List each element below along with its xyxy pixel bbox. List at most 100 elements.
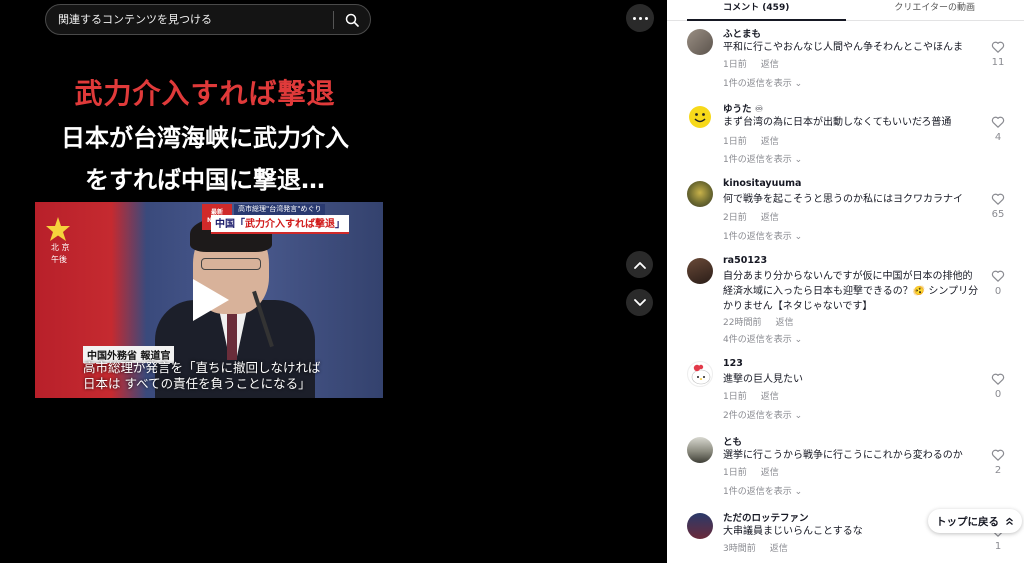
comment-text: 自分あまり分からないんですが仮に中国が日本の排他的経済水域に入ったら日本も迎撃で…: [723, 271, 979, 312]
comment-meta: 22時間前 返信: [723, 315, 793, 328]
view-replies-label: 1件の返信を表示: [723, 232, 792, 242]
comment-text: 選挙に行こうから戦争に行こうにこれから変わるのか: [723, 450, 963, 461]
avatar[interactable]: [687, 181, 713, 207]
view-replies-button[interactable]: 1件の返信を表示 ⌄: [723, 484, 802, 497]
smiley-icon: [689, 106, 711, 128]
previous-video-button[interactable]: [626, 251, 653, 278]
view-replies-label: 4件の返信を表示: [723, 335, 792, 345]
heart-icon[interactable]: [991, 448, 1005, 462]
comments-panel: コメント (459) クリエイターの動画 ふとまも 平和に行こやおんなじ人間やん…: [667, 0, 1024, 563]
comment-meta: 3時間前 返信: [723, 541, 788, 554]
reply-button[interactable]: 返信: [770, 544, 788, 554]
next-video-button[interactable]: [626, 289, 653, 316]
news-caption-big: 中国「武力介入すれば撃退」: [211, 215, 349, 234]
comment-meta: 2日前 返信: [723, 210, 779, 223]
chevron-down-icon: ⌄: [794, 487, 803, 497]
video-player[interactable]: 北 京 午後 最新 NEWS 高市総理"台湾発言"めぐり 中国「武力介入すれば撃…: [35, 202, 383, 398]
comment-time: 1日前: [723, 468, 747, 478]
more-dot-icon: [644, 16, 648, 20]
view-replies-button[interactable]: 2件の返信を表示 ⌄: [723, 408, 802, 421]
reply-button[interactable]: 返信: [761, 392, 779, 402]
video-subtitle: 高市総理が発言を「直ちに撤回しなければ 日本は すべての責任を負うことになる」: [83, 360, 381, 392]
comment-username[interactable]: kinositayuuma: [723, 178, 801, 189]
flag-star-icon: [46, 217, 70, 241]
reply-button[interactable]: 返信: [761, 213, 779, 223]
search-input[interactable]: [46, 5, 333, 34]
reply-button[interactable]: 返信: [761, 468, 779, 478]
comment-text: 何で戦争を起こそうと思うのか私にはヨクワカラナイ: [723, 194, 963, 205]
comment-item: 123 進撃の巨人見たい 1日前 返信 2件の返信を表示 ⌄ 0: [667, 358, 1024, 421]
like-count: 2: [994, 465, 1002, 476]
reply-button[interactable]: 返信: [761, 60, 779, 70]
reply-button[interactable]: 返信: [761, 137, 779, 147]
view-replies-button[interactable]: 4件の返信を表示 ⌄: [723, 332, 802, 345]
location-label: 北 京 午後: [51, 242, 70, 266]
reply-button[interactable]: 返信: [775, 318, 793, 328]
chevron-down-icon: ⌄: [794, 335, 803, 345]
like-count: 65: [991, 209, 1005, 220]
comment-username[interactable]: 123: [723, 358, 743, 369]
avatar[interactable]: [687, 29, 713, 55]
comment-item: とも 選挙に行こうから戦争に行こうにこれから変わるのか 1日前 返信 1件の返信を…: [667, 434, 1024, 497]
avatar[interactable]: [687, 437, 713, 463]
avatar[interactable]: [687, 513, 713, 539]
back-to-top-button[interactable]: トップに戻る: [928, 509, 1022, 533]
heart-icon[interactable]: [991, 269, 1005, 283]
comment-username[interactable]: とも: [723, 434, 742, 448]
comment-time: 1日前: [723, 60, 747, 70]
more-dot-icon: [638, 16, 642, 20]
subtitle-line-2: 日本は すべての責任を負うことになる」: [83, 376, 311, 391]
play-icon[interactable]: [193, 279, 229, 321]
news-big-prefix: 中国「: [215, 219, 245, 230]
like-count: 0: [994, 389, 1002, 400]
search-button[interactable]: [334, 5, 370, 34]
news-big-suffix: 」: [335, 219, 345, 230]
heart-icon[interactable]: [991, 192, 1005, 206]
comment-text: 進撃の巨人見たい: [723, 374, 803, 385]
chevron-down-icon: [633, 298, 646, 306]
location-city: 北 京: [51, 243, 70, 252]
view-replies-button[interactable]: 1件の返信を表示 ⌄: [723, 152, 802, 165]
comment-time: 22時間前: [723, 318, 762, 328]
search-icon: [345, 13, 359, 27]
comment-item: ふとまも 平和に行こやおんなじ人間やん争そわんとこやほんま 1日前 返信 1件の返…: [667, 26, 1024, 89]
like-count: 11: [991, 57, 1005, 68]
tab-comments[interactable]: コメント (459): [667, 0, 846, 21]
avatar[interactable]: [687, 104, 713, 130]
location-time: 午後: [51, 255, 67, 264]
comment-time: 1日前: [723, 137, 747, 147]
news-caption-small: 高市総理"台湾発言"めぐり: [234, 204, 326, 215]
comment-meta: 1日前 返信: [723, 134, 779, 147]
heart-icon[interactable]: [991, 372, 1005, 386]
tab-creator-videos[interactable]: クリエイターの動画: [846, 0, 1024, 20]
headline-red: 武力介入すれば撃退: [74, 77, 336, 110]
double-chevron-up-icon: [1006, 517, 1013, 525]
more-options-button[interactable]: [626, 4, 654, 32]
avatar[interactable]: [687, 258, 713, 284]
headline-line-1: 日本が台湾海峡に武力介入: [61, 124, 349, 152]
view-replies-button[interactable]: 1件の返信を表示 ⌄: [723, 229, 802, 242]
comment-item: ゆうた ♾ まず台湾の為に日本が出動しなくてもいいだろ普通 1日前 返信 1件の返…: [667, 101, 1024, 165]
comment-time: 2日前: [723, 213, 747, 223]
view-replies-button[interactable]: 1件の返信を表示 ⌄: [723, 76, 802, 89]
comment-time: 3時間前: [723, 544, 756, 554]
comment-username[interactable]: ふとまも: [723, 26, 761, 40]
news-big-highlight: 武力介入すれば撃退: [245, 219, 335, 230]
comment-meta: 1日前 返信: [723, 389, 779, 402]
cat-character-icon: [691, 364, 711, 385]
avatar[interactable]: [687, 361, 713, 387]
heart-icon[interactable]: [991, 40, 1005, 54]
like-count: 1: [994, 541, 1002, 552]
panel-tabs: コメント (459) クリエイターの動画: [667, 0, 1024, 21]
headline-line-2: をすれば中国に撃退…: [85, 166, 325, 194]
comment-text: 平和に行こやおんなじ人間やん争そわんとこやほんま: [723, 42, 963, 53]
like-count: 0: [994, 286, 1002, 297]
chevron-down-icon: ⌄: [794, 232, 803, 242]
comment-username[interactable]: ra50123: [723, 255, 767, 266]
comment-username[interactable]: ゆうた ♾: [723, 101, 763, 115]
like-count: 4: [994, 132, 1002, 143]
heart-icon[interactable]: [991, 115, 1005, 129]
comment-username[interactable]: ただのロッテファン: [723, 510, 809, 524]
search-bar: [45, 4, 371, 35]
view-replies-label: 1件の返信を表示: [723, 155, 792, 165]
